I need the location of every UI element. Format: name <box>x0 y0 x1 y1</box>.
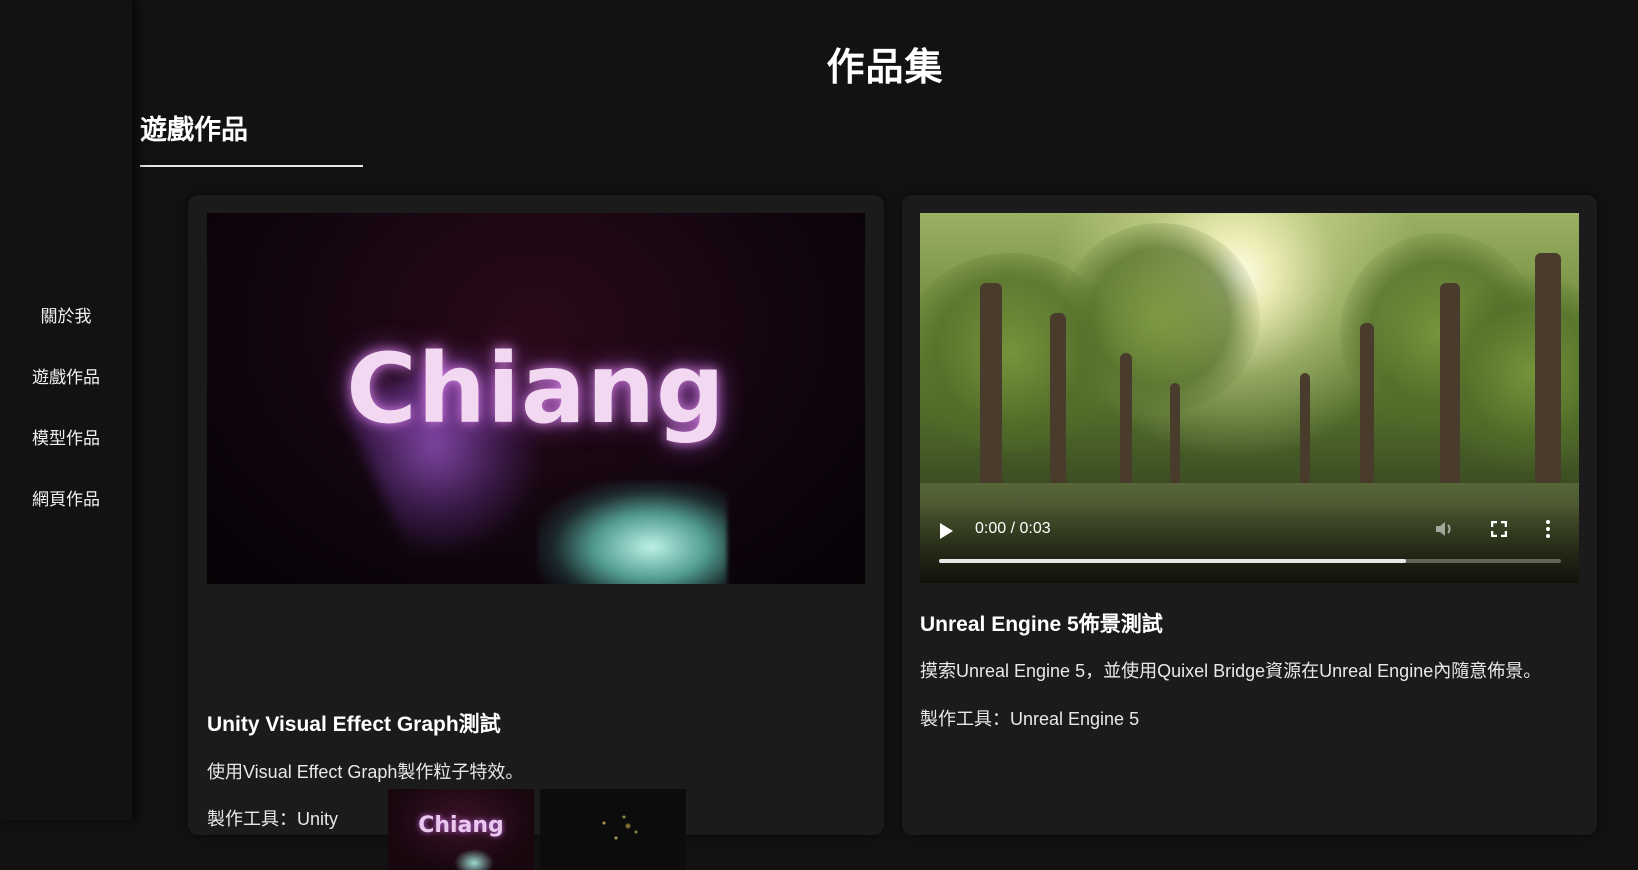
vfx-text: Chiang <box>346 333 726 445</box>
project-description: 摸索Unreal Engine 5，並使用Quixel Bridge資源在Unr… <box>920 661 1542 681</box>
nav-item-games[interactable]: 遊戲作品 <box>0 367 132 428</box>
sidebar-nav: 關於我 遊戲作品 模型作品 網頁作品 <box>0 306 132 550</box>
volume-icon[interactable] <box>1434 519 1454 539</box>
project-tools: 製作工具：Unreal Engine 5 <box>920 709 1140 729</box>
video-time: 0:00 / 0:03 <box>975 520 1051 537</box>
thumbnail-sparks <box>580 799 660 859</box>
tree-trunk <box>1535 253 1561 513</box>
project-title: Unity Visual Effect Graph測試 <box>207 713 501 736</box>
thumbnail-2[interactable] <box>540 789 686 870</box>
fullscreen-icon[interactable] <box>1491 521 1507 537</box>
project-title: Unreal Engine 5佈景測試 <box>920 613 1163 636</box>
section-title: 遊戲作品 <box>140 115 248 146</box>
video-controls: 0:00 / 0:03 <box>920 503 1579 583</box>
project-tools: 製作工具：Unity <box>207 809 339 829</box>
project-description: 使用Visual Effect Graph製作粒子特效。 <box>207 762 524 782</box>
video-player[interactable]: 0:00 / 0:03 <box>920 213 1579 583</box>
nav-item-models[interactable]: 模型作品 <box>0 428 132 489</box>
play-icon[interactable] <box>940 523 953 539</box>
video-progress-fill <box>939 559 1406 563</box>
nav-item-about[interactable]: 關於我 <box>0 306 132 367</box>
thumbnail-text: Chiang <box>418 813 504 838</box>
tree-trunk <box>1440 283 1460 513</box>
particle-orb <box>537 481 727 584</box>
more-options-icon[interactable] <box>1545 519 1551 539</box>
section-divider <box>140 165 363 167</box>
page-title: 作品集 <box>826 45 944 89</box>
project-card-unity: Chiang Chiang Unity Visual Effect Graph測… <box>188 195 884 870</box>
thumbnail-1[interactable]: Chiang <box>388 789 534 870</box>
video-progress-bar[interactable] <box>939 559 1561 563</box>
thumbnail-orb <box>454 849 494 870</box>
tree-trunk <box>980 283 1002 513</box>
project-card-unreal: 0:00 / 0:03 Unreal Engine 5佈景測試 摸索Unreal… <box>902 195 1597 835</box>
tree-canopy <box>1060 223 1260 413</box>
project-image-main[interactable]: Chiang <box>207 213 865 584</box>
nav-item-web[interactable]: 網頁作品 <box>0 489 132 550</box>
sidebar: 關於我 遊戲作品 模型作品 網頁作品 <box>0 0 132 820</box>
